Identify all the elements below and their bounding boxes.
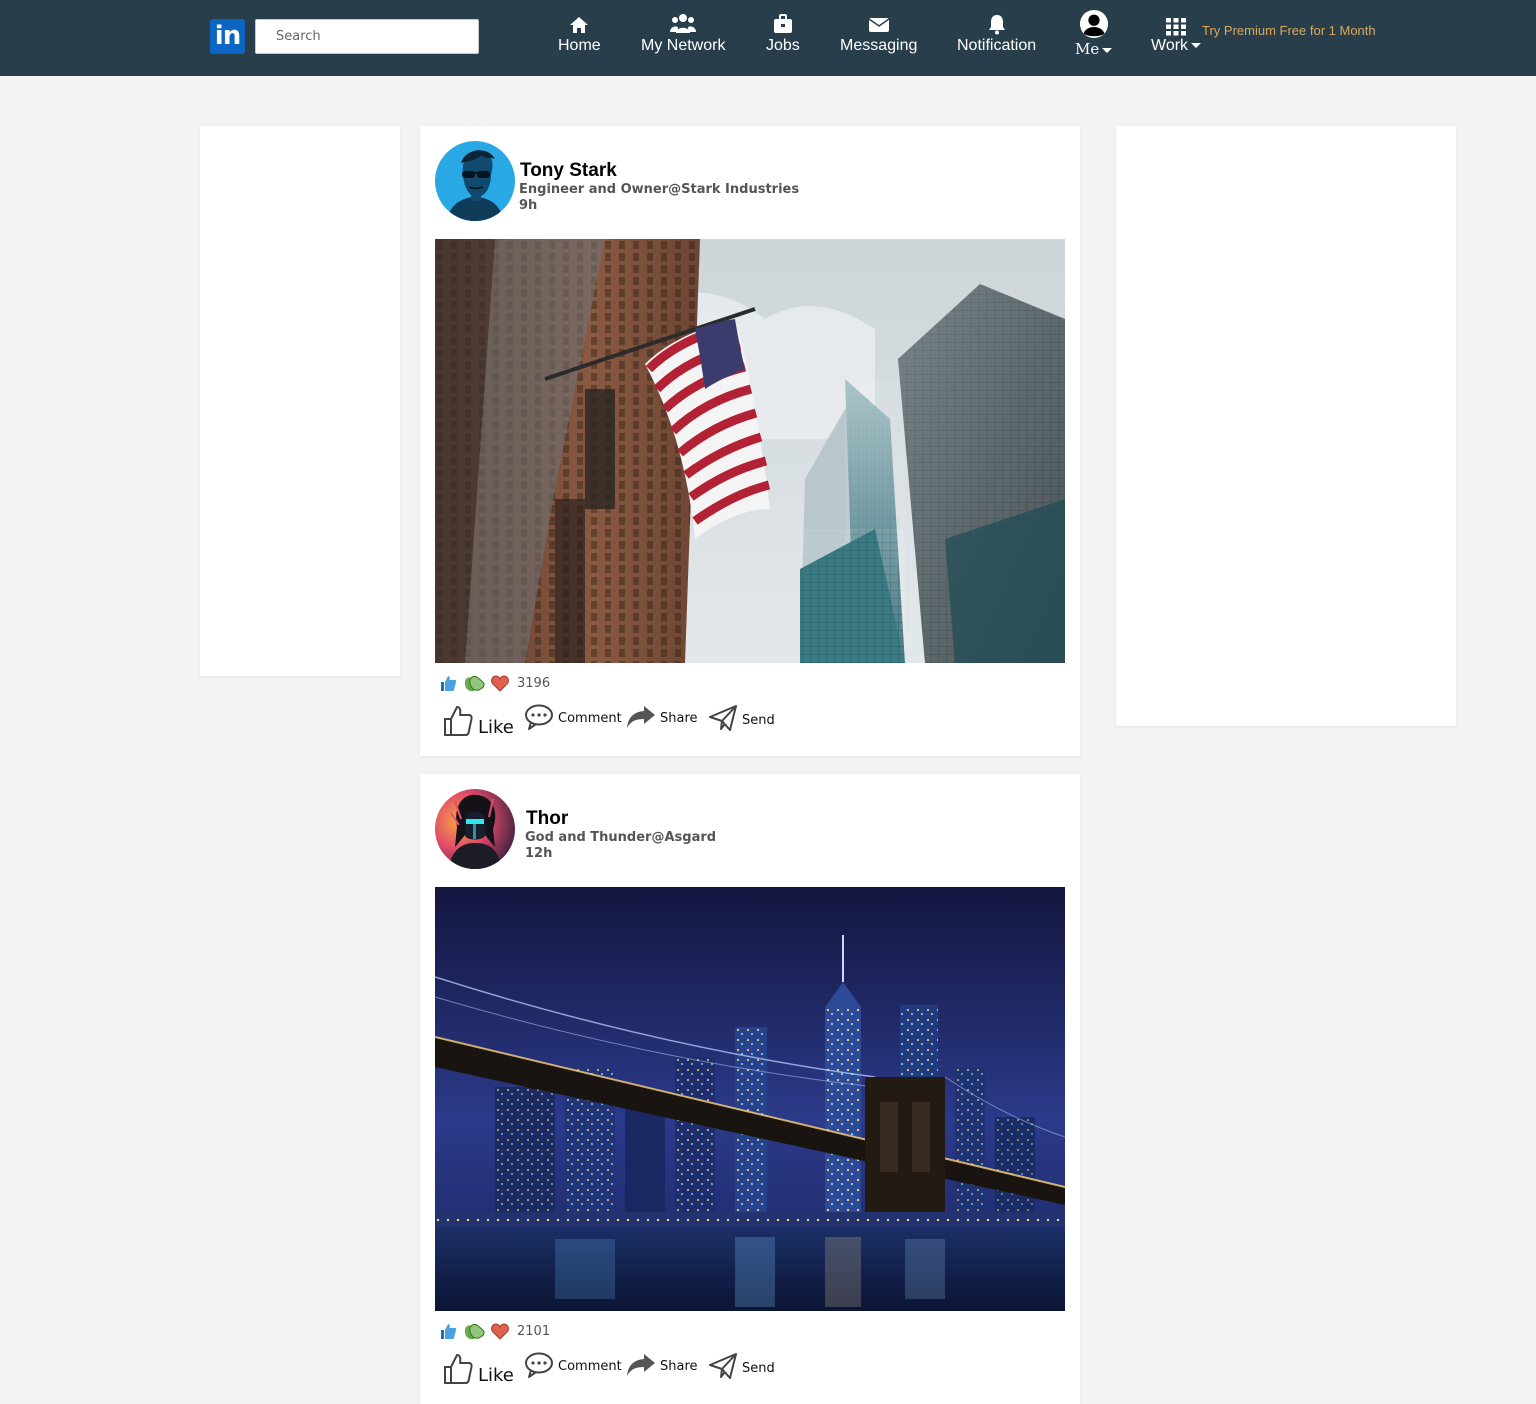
clap-reaction-icon bbox=[464, 675, 485, 692]
nav-my-network-label: My Network bbox=[641, 37, 726, 54]
like-button[interactable]: Like bbox=[442, 1352, 514, 1386]
comment-icon bbox=[525, 1352, 553, 1378]
share-button[interactable]: Share bbox=[626, 704, 698, 730]
reaction-bar[interactable]: 2101 bbox=[438, 1321, 550, 1341]
send-label: Send bbox=[742, 1361, 775, 1376]
chevron-down-icon bbox=[1191, 43, 1202, 49]
linkedin-logo[interactable]: in bbox=[210, 19, 245, 54]
author-avatar[interactable] bbox=[435, 789, 515, 869]
send-button[interactable]: Send bbox=[708, 1352, 775, 1380]
comment-label: Comment bbox=[558, 711, 622, 726]
reaction-bar[interactable]: 3196 bbox=[438, 673, 550, 693]
nav-notification[interactable]: Notification bbox=[957, 12, 1036, 56]
author-name[interactable]: Tony Stark bbox=[520, 160, 617, 182]
clap-reaction-icon bbox=[464, 1323, 485, 1340]
author-headline: Engineer and Owner@Stark Industries bbox=[519, 182, 800, 197]
top-navbar: in Home My Network Jobs Messaging Notifi… bbox=[0, 0, 1536, 76]
user-avatar-icon bbox=[1079, 9, 1108, 39]
reaction-count: 3196 bbox=[517, 675, 551, 691]
nav-my-network[interactable]: My Network bbox=[641, 12, 725, 56]
home-icon bbox=[570, 17, 589, 33]
send-button[interactable]: Send bbox=[708, 704, 775, 732]
comment-label: Comment bbox=[558, 1359, 622, 1374]
nav-work[interactable]: Work bbox=[1151, 18, 1202, 56]
send-label: Send bbox=[742, 713, 775, 728]
thumbs-up-icon bbox=[444, 706, 473, 736]
nav-jobs-label: Jobs bbox=[766, 37, 800, 54]
nav-home[interactable]: Home bbox=[558, 12, 601, 56]
try-premium-link[interactable]: Try Premium Free for 1 Month bbox=[1202, 23, 1376, 38]
share-label: Share bbox=[660, 711, 698, 726]
nav-home-label: Home bbox=[558, 37, 601, 54]
post-time: 9h bbox=[519, 198, 538, 213]
send-icon bbox=[709, 1353, 737, 1379]
feed-post: Tony Stark Engineer and Owner@Stark Indu… bbox=[420, 126, 1080, 756]
author-headline: God and Thunder@Asgard bbox=[525, 830, 717, 845]
right-sidebar-card bbox=[1116, 126, 1456, 726]
nav-jobs[interactable]: Jobs bbox=[766, 12, 800, 56]
bell-icon bbox=[988, 15, 1005, 35]
share-label: Share bbox=[660, 1359, 698, 1374]
like-reaction-icon bbox=[441, 1324, 457, 1339]
author-name[interactable]: Thor bbox=[526, 808, 568, 830]
share-icon bbox=[627, 706, 655, 728]
comment-button[interactable]: Comment bbox=[524, 1352, 622, 1378]
left-sidebar-card bbox=[200, 126, 400, 676]
heart-reaction-icon bbox=[491, 675, 509, 692]
share-icon bbox=[627, 1354, 655, 1376]
like-button[interactable]: Like bbox=[442, 704, 514, 738]
nav-me-label: Me bbox=[1075, 39, 1113, 59]
comment-icon bbox=[525, 704, 553, 730]
chevron-down-icon bbox=[1102, 47, 1113, 53]
post-time: 12h bbox=[525, 846, 553, 861]
heart-reaction-icon bbox=[491, 1323, 509, 1340]
post-image[interactable] bbox=[435, 239, 1065, 663]
like-label: Like bbox=[478, 717, 514, 738]
nav-work-label: Work bbox=[1151, 36, 1202, 56]
nav-notification-label: Notification bbox=[957, 37, 1037, 54]
nav-me[interactable]: Me bbox=[1075, 9, 1113, 59]
feed-post: Thor God and Thunder@Asgard 12h 2101 Lik… bbox=[420, 774, 1080, 1404]
thumbs-up-icon bbox=[444, 1354, 473, 1384]
network-icon bbox=[670, 14, 697, 33]
search-input[interactable] bbox=[255, 19, 479, 54]
grid-icon bbox=[1166, 18, 1187, 36]
like-label: Like bbox=[478, 1365, 514, 1386]
envelope-icon bbox=[868, 18, 890, 32]
reaction-count: 2101 bbox=[517, 1323, 551, 1339]
comment-button[interactable]: Comment bbox=[524, 704, 622, 730]
post-image[interactable] bbox=[435, 887, 1065, 1311]
author-avatar[interactable] bbox=[435, 141, 515, 221]
briefcase-icon bbox=[773, 14, 792, 33]
nav-messaging[interactable]: Messaging bbox=[840, 12, 917, 56]
send-icon bbox=[709, 705, 737, 731]
nav-messaging-label: Messaging bbox=[840, 37, 918, 54]
share-button[interactable]: Share bbox=[626, 1352, 698, 1378]
like-reaction-icon bbox=[441, 676, 457, 691]
